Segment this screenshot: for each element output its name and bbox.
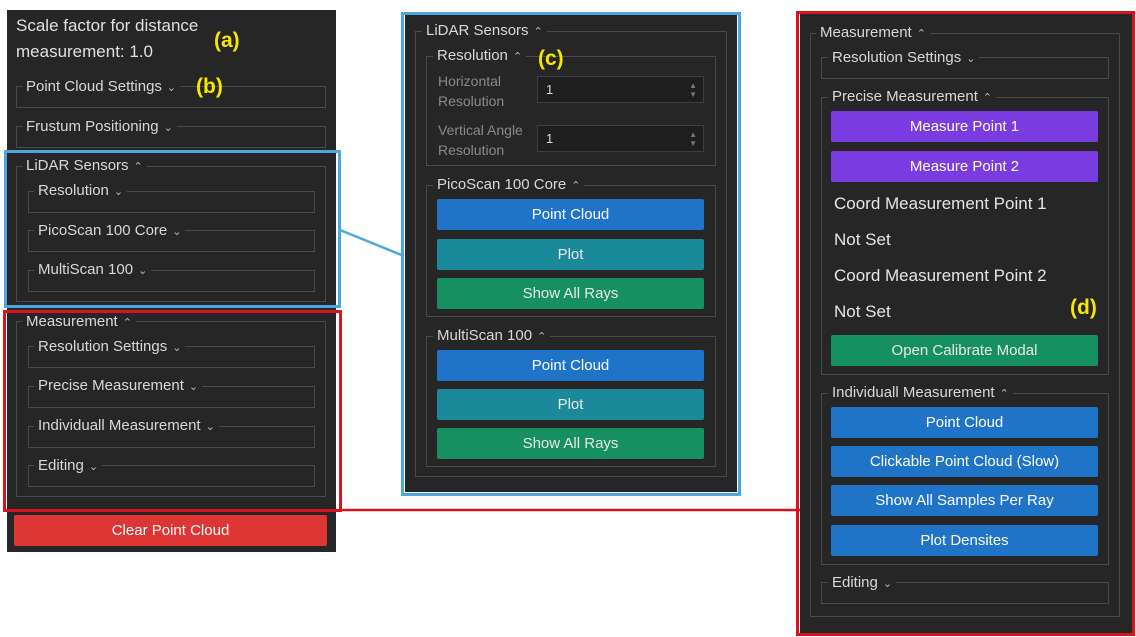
mid-lidar-label: LiDAR Sensors <box>426 22 529 39</box>
annotation-b: (b) <box>196 75 223 98</box>
coord-point-2-value: Not Set <box>834 302 891 321</box>
mid-multiscan-header[interactable]: MultiScan 100 ⌃ <box>433 327 551 346</box>
multiscan-point-cloud-button[interactable]: Point Cloud <box>437 350 704 381</box>
chevron-down-icon: ⌄ <box>882 578 893 590</box>
point-cloud-settings-header[interactable]: Point Cloud Settings ⌄ <box>22 78 181 97</box>
vertical-resolution-label-line1: Vertical Angle <box>438 122 523 138</box>
chevron-up-icon: ⌃ <box>916 28 926 40</box>
annotation-c: (c) <box>538 47 564 70</box>
right-measurement-header[interactable]: Measurement ⌃ <box>816 24 930 43</box>
scale-factor-text-line2: measurement: 1.0 <box>16 42 154 61</box>
chevron-up-icon: ⌃ <box>571 180 581 192</box>
right-editing-label: Editing <box>832 574 878 591</box>
chevron-down-icon: ⌄ <box>966 53 976 65</box>
chevron-up-icon: ⌃ <box>999 388 1009 400</box>
mid-picoscan-header[interactable]: PicoScan 100 Core ⌃ <box>433 176 585 195</box>
annotation-a: (a) <box>214 29 240 52</box>
coord-point-1-label: Coord Measurement Point 1 <box>834 194 1047 213</box>
point-cloud-settings-label: Point Cloud Settings <box>26 78 162 95</box>
chevron-up-icon: ⌃ <box>982 92 993 104</box>
horizontal-resolution-value: 1 <box>546 82 554 97</box>
clickable-point-cloud-button[interactable]: Clickable Point Cloud (Slow) <box>831 446 1098 477</box>
annotation-d: (d) <box>1070 296 1097 319</box>
horizontal-resolution-label-line2: Resolution <box>438 93 505 109</box>
chevron-up-icon: ⌃ <box>537 331 547 343</box>
show-all-samples-button[interactable]: Show All Samples Per Ray <box>831 485 1098 516</box>
measure-point-1-button[interactable]: Measure Point 1 <box>831 111 1098 142</box>
chevron-down-icon: ⌄ <box>163 122 173 134</box>
right-individual-header[interactable]: Individuall Measurement ⌃ <box>828 384 1013 403</box>
stepper-icon[interactable]: ▲ ▼ <box>689 81 697 99</box>
picoscan-plot-button[interactable]: Plot <box>437 239 704 270</box>
mid-lidar-header[interactable]: LiDAR Sensors ⌃ <box>422 22 547 41</box>
measure-point-2-button[interactable]: Measure Point 2 <box>831 151 1098 182</box>
frustum-positioning-label: Frustum Positioning <box>26 118 159 135</box>
right-precise-label: Precise Measurement <box>832 88 978 105</box>
frustum-positioning-header[interactable]: Frustum Positioning ⌄ <box>22 118 177 137</box>
multiscan-show-all-rays-button[interactable]: Show All Rays <box>437 428 704 459</box>
coord-point-2-label: Coord Measurement Point 2 <box>834 266 1047 285</box>
vertical-resolution-value: 1 <box>546 131 554 146</box>
horizontal-resolution-label-line1: Horizontal <box>438 73 502 89</box>
picoscan-show-all-rays-button[interactable]: Show All Rays <box>437 278 704 309</box>
vertical-resolution-input[interactable]: 1 ▲ ▼ <box>537 125 704 152</box>
right-individual-label: Individuall Measurement <box>832 384 995 401</box>
plot-densites-button[interactable]: Plot Densites <box>831 525 1098 556</box>
lidar-highlight-frame <box>4 150 341 308</box>
mid-resolution-header[interactable]: Resolution ⌃ <box>433 47 527 66</box>
right-measurement-label: Measurement <box>820 24 912 41</box>
right-resolution-settings-header[interactable]: Resolution Settings ⌄ <box>828 49 980 68</box>
stepper-icon[interactable]: ▲ ▼ <box>689 130 697 148</box>
multiscan-plot-button[interactable]: Plot <box>437 389 704 420</box>
picoscan-point-cloud-button[interactable]: Point Cloud <box>437 199 704 230</box>
chevron-down-icon: ⌄ <box>166 82 177 94</box>
blue-connector-line <box>339 228 405 258</box>
mid-multiscan-label: MultiScan 100 <box>437 327 533 344</box>
individual-point-cloud-button[interactable]: Point Cloud <box>831 407 1098 438</box>
open-calibrate-modal-button[interactable]: Open Calibrate Modal <box>831 335 1098 366</box>
coord-point-1-value: Not Set <box>834 230 891 249</box>
chevron-up-icon: ⌃ <box>512 51 523 63</box>
right-editing-header[interactable]: Editing ⌄ <box>828 574 897 593</box>
measurement-highlight-frame <box>3 310 342 512</box>
chevron-up-icon: ⌃ <box>533 26 543 38</box>
scale-factor-text-line1: Scale factor for distance <box>16 16 199 35</box>
horizontal-resolution-input[interactable]: 1 ▲ ▼ <box>537 76 704 103</box>
mid-resolution-label: Resolution <box>437 47 508 64</box>
vertical-resolution-label-line2: Resolution <box>438 142 505 158</box>
right-resolution-settings-label: Resolution Settings <box>832 49 962 66</box>
right-precise-header[interactable]: Precise Measurement ⌃ <box>828 88 997 107</box>
clear-point-cloud-button[interactable]: Clear Point Cloud <box>14 515 327 546</box>
mid-picoscan-label: PicoScan 100 Core <box>437 176 567 193</box>
